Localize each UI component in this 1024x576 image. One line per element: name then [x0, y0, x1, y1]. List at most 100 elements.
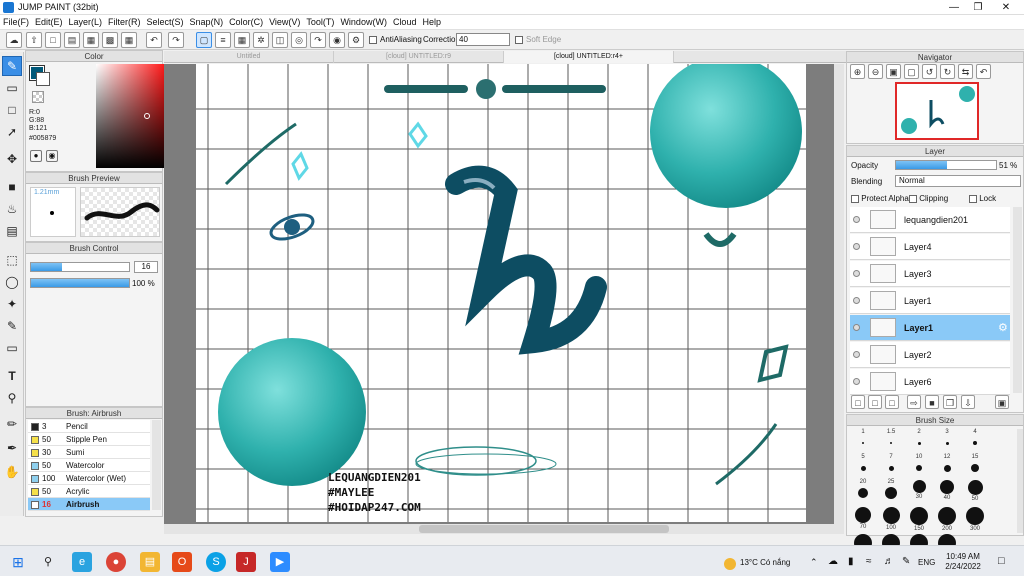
move-tool-icon[interactable]: ✥: [2, 149, 22, 169]
menu-window[interactable]: Window(W): [337, 15, 390, 30]
layer-row[interactable]: Layer3: [850, 261, 1010, 287]
visibility-icon[interactable]: [853, 378, 860, 385]
clipping-option[interactable]: Clipping: [909, 194, 948, 203]
pen-icon[interactable]: ✎: [902, 556, 910, 567]
horizontal-scrollbar[interactable]: [164, 524, 844, 534]
menu-snap[interactable]: Snap(N): [187, 15, 227, 30]
layer-opacity-slider[interactable]: [895, 160, 997, 170]
tab-cloud-r4[interactable]: [cloud] UNTITLED:r4+: [504, 51, 674, 63]
layer-row-selected[interactable]: Layer1 ⚙: [850, 315, 1010, 341]
parallel-lines-icon[interactable]: ≡: [215, 32, 231, 48]
visibility-icon[interactable]: [853, 297, 860, 304]
zoom-in-icon[interactable]: ⊕: [850, 64, 865, 79]
eraser-tool-icon[interactable]: ▭: [2, 78, 22, 98]
tab-untitled[interactable]: Untitled: [164, 51, 334, 63]
skype-icon[interactable]: S: [206, 552, 226, 572]
rotate-right-icon[interactable]: ↻: [940, 64, 955, 79]
protect-alpha-option[interactable]: Protect Alpha: [851, 194, 909, 203]
layer-row[interactable]: Layer4: [850, 234, 1010, 260]
menu-filter[interactable]: Filter(R): [105, 15, 144, 30]
menu-select[interactable]: Select(S): [144, 15, 187, 30]
brush-item-acrylic[interactable]: 50 Acrylic: [28, 485, 150, 498]
print-icon[interactable]: ▦: [83, 32, 99, 48]
cloud-sync-icon[interactable]: ☁: [828, 556, 838, 567]
redo-icon[interactable]: ↷: [168, 32, 184, 48]
brush-size-option[interactable]: 10: [905, 454, 933, 479]
brush-size-input[interactable]: 16: [134, 261, 158, 273]
weather-text[interactable]: 13°C Có nắng: [740, 558, 790, 567]
hatch-icon[interactable]: ▦: [234, 32, 250, 48]
brush-size-slider[interactable]: [30, 262, 130, 272]
bucket-tool-icon[interactable]: ♨: [2, 199, 22, 219]
chrome-icon[interactable]: ●: [106, 552, 126, 572]
rectangle-tool-icon[interactable]: □: [2, 100, 22, 120]
brush-size-option[interactable]: 100: [877, 506, 905, 533]
correction-input[interactable]: 40: [456, 33, 510, 46]
brush-item-airbrush[interactable]: 16 Airbrush: [28, 498, 150, 511]
brush-size-option[interactable]: 15: [961, 454, 989, 479]
layer-row[interactable]: Layer1: [850, 288, 1010, 314]
saturation-value-picker[interactable]: [96, 64, 172, 168]
brush-list-scrollbar[interactable]: [152, 420, 161, 510]
flip-icon[interactable]: ⇆: [958, 64, 973, 79]
navigator-thumbnail[interactable]: [895, 82, 979, 140]
magic-wand-icon[interactable]: ✦: [2, 294, 22, 314]
new-doc-icon[interactable]: □: [45, 32, 61, 48]
antialias-checkbox[interactable]: [369, 36, 377, 44]
close-button[interactable]: ✕: [992, 0, 1020, 15]
layer-row[interactable]: lequangdien201: [850, 207, 1010, 233]
menu-help[interactable]: Help: [419, 15, 444, 30]
color-wheel-icon[interactable]: ◉: [46, 150, 58, 162]
settings-icon[interactable]: ⚙: [348, 32, 364, 48]
visibility-icon[interactable]: [853, 324, 860, 331]
drawing-canvas[interactable]: LEQUANGDIEN201 #MAYLEE #HOIDAP247.COM: [196, 64, 806, 522]
grid-icon[interactable]: ▦: [121, 32, 137, 48]
search-icon[interactable]: ⚲: [38, 552, 58, 572]
brush-size-option[interactable]: 2: [905, 429, 933, 454]
layer-scrollbar[interactable]: [1013, 207, 1022, 393]
jump-paint-icon[interactable]: J: [236, 552, 256, 572]
brush-item-watercolor[interactable]: 50 Watercolor: [28, 459, 150, 472]
text-tool-icon[interactable]: T: [2, 366, 22, 386]
brush-item-watercolor-wet[interactable]: 100 Watercolor (Wet): [28, 472, 150, 485]
line-tool-icon[interactable]: ➚: [2, 122, 22, 142]
office-icon[interactable]: O: [172, 552, 192, 572]
rotate-left-icon[interactable]: ↺: [922, 64, 937, 79]
curve-icon[interactable]: ↷: [310, 32, 326, 48]
brush-size-option[interactable]: 150: [905, 506, 933, 533]
transparent-swatch[interactable]: [32, 91, 44, 103]
palette-icon[interactable]: ●: [30, 150, 42, 162]
menu-color[interactable]: Color(C): [226, 15, 266, 30]
menu-edit[interactable]: Edit(E): [32, 15, 66, 30]
new-layer-8bit-icon[interactable]: □: [868, 395, 882, 409]
pin-tool-icon[interactable]: ⚲: [2, 388, 22, 408]
menu-tool[interactable]: Tool(T): [303, 15, 337, 30]
layer-move-icon[interactable]: ⇨: [907, 395, 921, 409]
lock-option[interactable]: Lock: [969, 194, 996, 203]
visibility-icon[interactable]: [853, 270, 860, 277]
visibility-icon[interactable]: [853, 243, 860, 250]
actual-size-icon[interactable]: ▢: [904, 64, 919, 79]
brush-size-option[interactable]: 40: [933, 479, 961, 506]
brush-size-option[interactable]: 12: [933, 454, 961, 479]
pen-tool-icon[interactable]: ✎: [2, 56, 22, 76]
layer-row[interactable]: Layer2: [850, 342, 1010, 368]
menu-layer[interactable]: Layer(L): [66, 15, 106, 30]
windows-start-icon[interactable]: ⊞: [8, 552, 28, 572]
zoom-icon[interactable]: ▶: [270, 552, 290, 572]
layer-settings-icon[interactable]: ⚙: [998, 321, 1008, 334]
brush-item-sumi[interactable]: 30 Sumi: [28, 446, 150, 459]
edge-icon[interactable]: e: [72, 552, 92, 572]
brush-size-option[interactable]: 30: [905, 479, 933, 506]
brush-size-option[interactable]: 1: [849, 429, 877, 454]
menu-file[interactable]: File(F): [0, 15, 32, 30]
select-eraser-icon[interactable]: ▭: [2, 338, 22, 358]
brush-size-option[interactable]: 3: [933, 429, 961, 454]
reset-view-icon[interactable]: ↶: [976, 64, 991, 79]
color-picker-cursor[interactable]: [144, 113, 150, 119]
brush-size-option[interactable]: 4: [961, 429, 989, 454]
battery-icon[interactable]: ▮: [848, 556, 854, 567]
notification-icon[interactable]: □: [998, 555, 1005, 567]
brush-size-option[interactable]: 20: [849, 479, 877, 504]
brush-size-option[interactable]: 1.5: [877, 429, 905, 454]
